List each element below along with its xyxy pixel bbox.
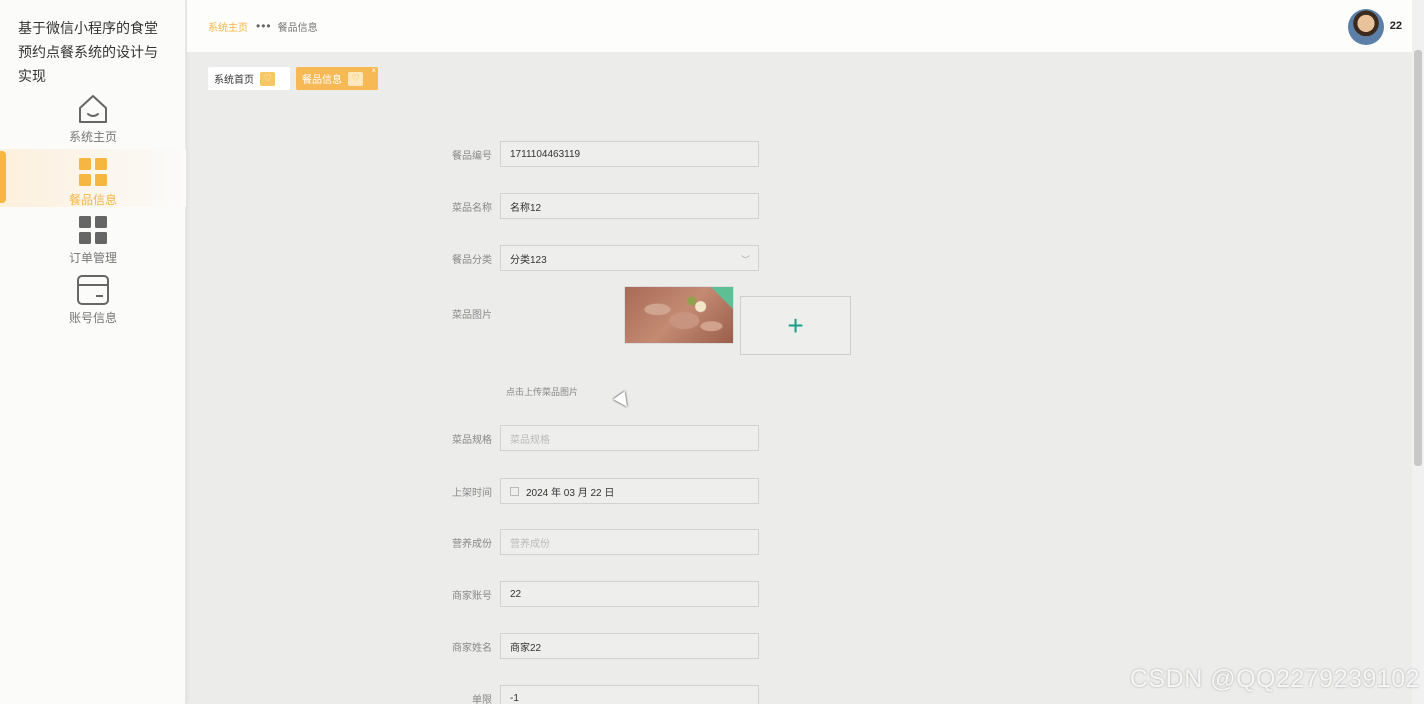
close-icon[interactable]: × xyxy=(371,66,376,75)
sidebar-item-home[interactable]: 系统主页 xyxy=(0,90,186,148)
dish-image-thumbnail[interactable] xyxy=(624,286,734,344)
home-icon xyxy=(76,92,110,126)
avatar[interactable] xyxy=(1348,9,1384,45)
scrollbar-thumb[interactable] xyxy=(1414,50,1422,466)
tab-food-info[interactable]: 餐品信息 ♡ × xyxy=(296,66,378,90)
field-label: 餐品编号 xyxy=(452,150,492,162)
limit-field[interactable]: -1 xyxy=(500,685,759,704)
field-label: 单限 xyxy=(472,694,492,704)
form-row-limit: 单限 -1 xyxy=(420,685,759,704)
sidebar-item-orders[interactable]: 订单管理 xyxy=(0,207,186,265)
calendar-icon xyxy=(510,486,519,496)
scrollbar[interactable] xyxy=(1412,0,1424,704)
thumbnail-corner-badge xyxy=(711,287,733,309)
date-field[interactable]: 2024 年 03 月 22 日 xyxy=(500,478,759,504)
field-label: 餐品分类 xyxy=(452,254,492,266)
field-label: 菜品图片 xyxy=(452,310,492,321)
category-value: 分类123 xyxy=(510,254,547,266)
sidebar-item-account[interactable]: 账号信息 xyxy=(0,265,186,331)
sidebar-item-label: 系统主页 xyxy=(68,130,117,144)
card-icon xyxy=(76,273,110,307)
grid-icon xyxy=(76,213,110,247)
merchant-account-field[interactable]: 22 xyxy=(500,581,759,607)
upload-hint: 点击上传菜品图片 xyxy=(506,387,579,397)
form-row-date: 上架时间 2024 年 03 月 22 日 xyxy=(420,478,759,504)
sidebar-item-label: 餐品信息 xyxy=(68,193,117,207)
username[interactable]: 22 xyxy=(1390,20,1402,32)
app-title: 基于微信小程序的食堂预约点餐系统的设计与实现 xyxy=(18,20,158,84)
field-label: 营养成份 xyxy=(452,538,492,550)
field-label: 菜品名称 xyxy=(452,202,492,214)
sidebar-item-label: 订单管理 xyxy=(68,251,117,265)
field-label: 上架时间 xyxy=(452,487,492,499)
watermark: CSDN @QQ2279239102 xyxy=(1129,665,1420,693)
chevron-down-icon: ﹀ xyxy=(740,255,750,265)
form-row-code: 餐品编号 1711104463119 xyxy=(420,141,759,167)
field-label: 商家姓名 xyxy=(452,642,492,654)
merchant-name-field[interactable]: 商家22 xyxy=(500,633,759,659)
tab-label: 餐品信息 xyxy=(302,75,342,86)
form-row-merchant-account: 商家账号 22 xyxy=(420,581,759,607)
category-select[interactable]: 分类123 ﹀ xyxy=(500,245,759,271)
sidebar: 基于微信小程序的食堂预约点餐系统的设计与实现 系统主页 餐品信息 订单管理 账号… xyxy=(0,0,186,704)
field-label: 商家账号 xyxy=(452,590,492,602)
heart-icon: ♡ xyxy=(260,71,275,86)
mouse-cursor-icon xyxy=(613,391,633,411)
breadcrumb-home[interactable]: 系统主页 xyxy=(208,19,248,34)
sidebar-item-food-info[interactable]: 餐品信息 xyxy=(0,149,186,207)
date-value: 2024 年 03 月 22 日 xyxy=(526,487,615,499)
field-label: 菜品规格 xyxy=(452,434,492,446)
tab-home[interactable]: 系统首页 ♡ xyxy=(208,67,290,90)
heart-icon: ♡ xyxy=(348,71,363,86)
breadcrumb-current: 餐品信息 xyxy=(277,22,318,34)
breadcrumb-separator: ••• xyxy=(256,19,272,33)
form-row-nutrition: 营养成份 营养成份 xyxy=(420,529,759,555)
form-row-name: 菜品名称 名称12 xyxy=(420,193,759,219)
tab-label: 系统首页 xyxy=(214,75,254,86)
form-row-category: 餐品分类 分类123 ﹀ xyxy=(420,245,759,271)
sidebar-item-label: 账号信息 xyxy=(68,311,117,325)
name-field[interactable]: 名称12 xyxy=(500,193,759,219)
form-row-merchant-name: 商家姓名 商家22 xyxy=(420,633,759,659)
upload-image-button[interactable]: + xyxy=(740,296,851,355)
code-field[interactable]: 1711104463119 xyxy=(500,141,759,167)
sidebar-menu: 系统主页 餐品信息 订单管理 账号信息 xyxy=(0,90,186,331)
spec-field[interactable]: 菜品规格 xyxy=(500,425,759,451)
form-row-spec: 菜品规格 菜品规格 xyxy=(420,425,759,451)
grid-icon xyxy=(76,155,110,189)
top-header: 系统主页 ••• 餐品信息 22 xyxy=(187,0,1412,52)
nutrition-field[interactable]: 营养成份 xyxy=(500,529,759,555)
